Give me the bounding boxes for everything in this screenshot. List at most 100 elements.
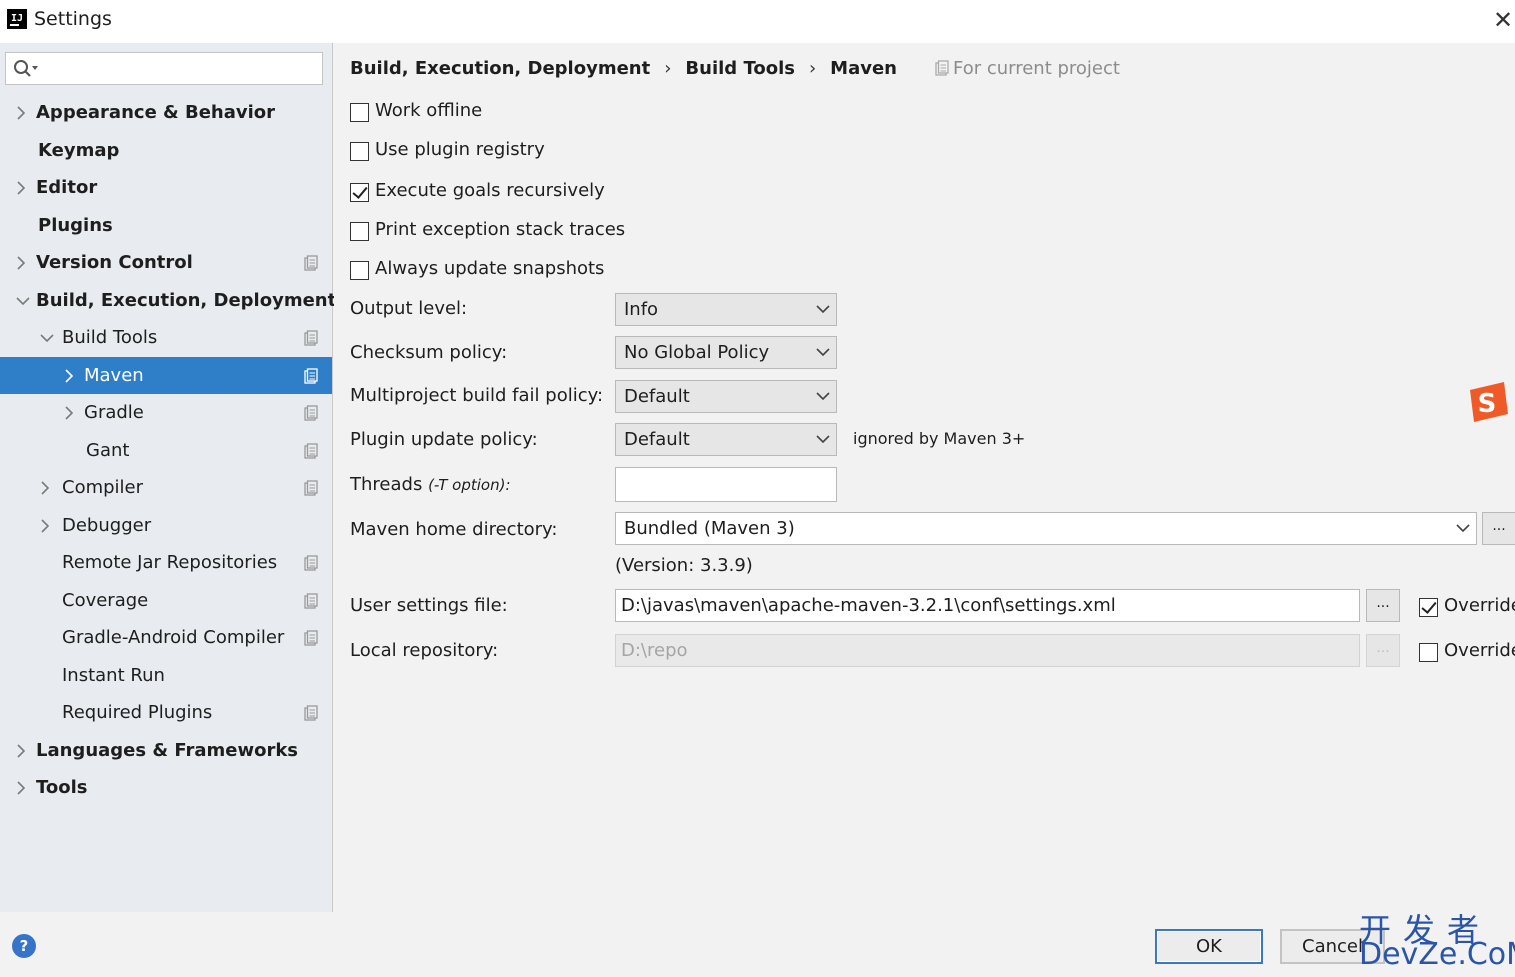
tree-item-label: Required Plugins bbox=[62, 702, 213, 723]
tree-item-label: Appearance & Behavior bbox=[36, 102, 276, 123]
tree-item-version-control[interactable]: Version Control bbox=[0, 244, 332, 282]
chevron-down-icon bbox=[1456, 524, 1470, 533]
site-watermark: 开发者 DevZe.CoM bbox=[1355, 905, 1515, 977]
user-settings-label: User settings file: bbox=[350, 595, 508, 616]
tree-item-appearance-behavior[interactable]: Appearance & Behavior bbox=[0, 94, 332, 132]
tree-item-editor[interactable]: Editor bbox=[0, 169, 332, 207]
chevron-down-icon bbox=[816, 435, 830, 444]
tree-item-label: Tools bbox=[36, 777, 88, 798]
maven-home-select[interactable]: Bundled (Maven 3) bbox=[615, 512, 1477, 545]
chevron-right-icon[interactable] bbox=[38, 469, 52, 507]
search-input[interactable] bbox=[5, 52, 323, 85]
tree-item-label: Coverage bbox=[62, 589, 149, 611]
select-value: Default bbox=[624, 429, 690, 450]
chevron-right-icon[interactable] bbox=[62, 357, 76, 395]
chevron-right-icon[interactable] bbox=[14, 244, 28, 282]
checkbox-box[interactable] bbox=[350, 183, 369, 202]
chevron-right-icon[interactable] bbox=[14, 732, 28, 770]
settings-tree: Appearance & Behavior Keymap Editor Plugins… bbox=[0, 94, 336, 807]
breadcrumb: Build, Execution, Deployment › Build Tools… bbox=[350, 58, 1120, 79]
checkbox-box[interactable] bbox=[350, 103, 369, 122]
multiproject-fail-policy-label: Multiproject build fail policy: bbox=[350, 385, 604, 406]
tree-item-label: Version Control bbox=[36, 252, 193, 273]
project-scope-icon bbox=[304, 555, 318, 571]
tree-item-label: Maven bbox=[84, 364, 144, 386]
close-icon[interactable]: ✕ bbox=[1491, 6, 1515, 34]
breadcrumb-separator: › bbox=[808, 58, 817, 79]
intellij-icon: IJ bbox=[7, 9, 27, 29]
chevron-right-icon[interactable] bbox=[14, 769, 28, 807]
maven-home-label: Maven home directory: bbox=[350, 519, 558, 540]
tree-item-compiler[interactable]: Compiler bbox=[0, 469, 332, 507]
user-settings-input[interactable]: D:\javas\maven\apache-maven-3.2.1\conf\s… bbox=[615, 589, 1360, 622]
checkbox-box[interactable] bbox=[1419, 598, 1438, 617]
chevron-down-icon bbox=[816, 348, 830, 357]
tree-item-label: Build, Execution, Deployment bbox=[36, 289, 337, 311]
chevron-right-icon[interactable] bbox=[14, 94, 28, 132]
chevron-right-icon[interactable] bbox=[14, 169, 28, 207]
select-value: Default bbox=[624, 386, 690, 407]
chevron-down-icon[interactable] bbox=[38, 319, 54, 357]
checkbox-box[interactable] bbox=[350, 142, 369, 161]
maven-home-browse-button[interactable]: ... bbox=[1482, 512, 1515, 545]
local-repository-browse-button[interactable]: ... bbox=[1366, 634, 1400, 667]
multiproject-fail-policy-select[interactable]: Default bbox=[615, 380, 837, 413]
tree-item-maven[interactable]: Maven bbox=[0, 356, 332, 395]
input-value: D:\javas\maven\apache-maven-3.2.1\conf\s… bbox=[621, 595, 1116, 616]
tree-item-plugins[interactable]: Plugins bbox=[0, 207, 332, 245]
threads-input[interactable] bbox=[615, 467, 837, 502]
threads-label: Threads (-T option): bbox=[350, 472, 511, 498]
tree-item-instant-run[interactable]: Instant Run bbox=[0, 657, 332, 695]
chevron-right-icon[interactable] bbox=[62, 394, 76, 432]
local-repository-input[interactable]: D:\repo bbox=[615, 634, 1360, 667]
checkbox-label: Override bbox=[1444, 595, 1515, 616]
tree-item-debugger[interactable]: Debugger bbox=[0, 507, 332, 545]
tree-item-build-tools[interactable]: Build Tools bbox=[0, 319, 332, 357]
select-value: Bundled (Maven 3) bbox=[624, 518, 795, 539]
tree-item-label: Debugger bbox=[62, 514, 152, 536]
project-scope-icon bbox=[304, 442, 318, 459]
project-scope-icon bbox=[304, 330, 318, 346]
project-scope-icon bbox=[304, 480, 318, 496]
checksum-policy-select[interactable]: No Global Policy bbox=[615, 336, 837, 369]
checkbox-box[interactable] bbox=[350, 261, 369, 280]
tree-item-tools[interactable]: Tools bbox=[0, 769, 332, 807]
checkbox-label: Print exception stack traces bbox=[375, 219, 626, 240]
tree-item-label: Gradle-Android Compiler bbox=[62, 627, 285, 648]
chevron-down-icon bbox=[816, 305, 830, 314]
plugin-update-policy-label: Plugin update policy: bbox=[350, 429, 538, 450]
tree-item-remote-jar-repositories[interactable]: Remote Jar Repositories bbox=[0, 544, 332, 582]
project-scope-icon bbox=[304, 405, 318, 421]
chevron-down-icon[interactable] bbox=[14, 282, 30, 320]
project-scope-icon bbox=[304, 705, 318, 721]
tree-item-build-execution-deployment[interactable]: Build, Execution, Deployment bbox=[0, 282, 336, 320]
tree-item-coverage[interactable]: Coverage bbox=[0, 582, 332, 620]
chevron-right-icon[interactable] bbox=[38, 507, 52, 545]
checkbox-box[interactable] bbox=[1419, 643, 1438, 662]
tree-item-required-plugins[interactable]: Required Plugins bbox=[0, 694, 332, 732]
tree-item-keymap[interactable]: Keymap bbox=[0, 132, 332, 170]
tree-item-label: Instant Run bbox=[62, 664, 165, 686]
breadcrumb-item: Maven bbox=[830, 58, 897, 79]
project-scope-text: For current project bbox=[952, 58, 1120, 79]
help-icon[interactable]: ? bbox=[12, 934, 36, 958]
plugin-update-policy-select[interactable]: Default bbox=[615, 423, 837, 456]
tree-item-gradle-android-compiler[interactable]: Gradle-Android Compiler bbox=[0, 619, 332, 657]
watermark-en: DevZe.CoM bbox=[1359, 937, 1515, 972]
ok-button[interactable]: OK bbox=[1155, 929, 1263, 964]
tree-item-gradle[interactable]: Gradle bbox=[0, 394, 332, 432]
tree-item-label: Languages & Frameworks bbox=[36, 739, 299, 761]
checkbox-box[interactable] bbox=[350, 222, 369, 241]
local-repository-label: Local repository: bbox=[350, 640, 499, 661]
input-value: D:\repo bbox=[621, 640, 688, 661]
output-level-select[interactable]: Info bbox=[615, 293, 837, 326]
tree-item-label: Gant bbox=[86, 439, 130, 461]
user-settings-browse-button[interactable]: ... bbox=[1366, 589, 1400, 622]
tree-item-languages-frameworks[interactable]: Languages & Frameworks bbox=[0, 732, 332, 770]
maven-version-text: (Version: 3.3.9) bbox=[615, 555, 753, 576]
project-scope-icon bbox=[304, 630, 318, 646]
ime-s-icon: S bbox=[1470, 382, 1508, 422]
tree-item-gant[interactable]: Gant bbox=[0, 432, 332, 470]
select-value: No Global Policy bbox=[624, 342, 770, 363]
checkbox-label: Override bbox=[1444, 640, 1515, 661]
